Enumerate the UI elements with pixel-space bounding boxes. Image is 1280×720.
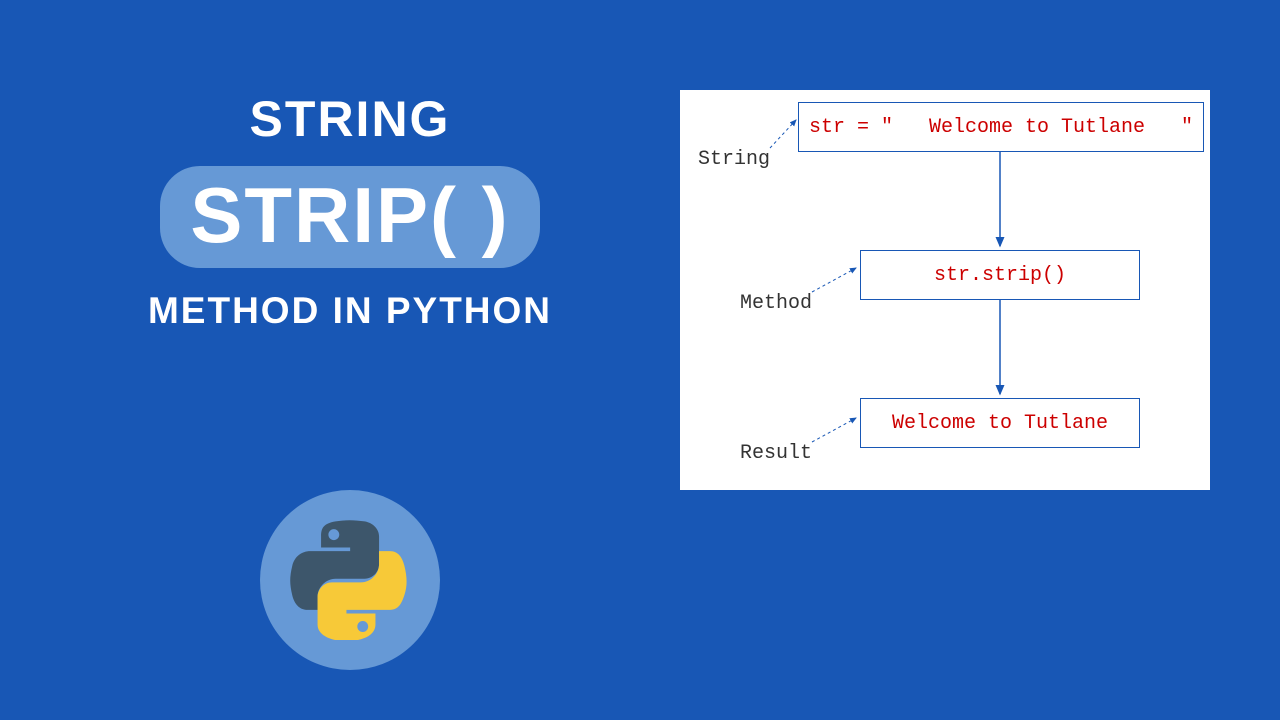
title-top: STRING — [100, 90, 600, 148]
method-box: str.strip() — [860, 250, 1140, 300]
title-block: STRING STRIP( ) METHOD IN PYTHON — [100, 90, 600, 332]
python-logo-icon — [290, 520, 410, 640]
method-label: Method — [740, 292, 812, 315]
title-pill: STRIP( ) — [160, 166, 539, 268]
result-box: Welcome to Tutlane — [860, 398, 1140, 448]
python-logo-badge — [260, 490, 440, 670]
title-main: STRIP( ) — [190, 176, 509, 254]
title-bottom: METHOD IN PYTHON — [100, 290, 600, 332]
string-label: String — [698, 148, 770, 171]
result-label: Result — [740, 442, 812, 465]
diagram-panel: str = " Welcome to Tutlane " str.strip()… — [680, 90, 1210, 490]
string-box: str = " Welcome to Tutlane " — [798, 102, 1204, 152]
